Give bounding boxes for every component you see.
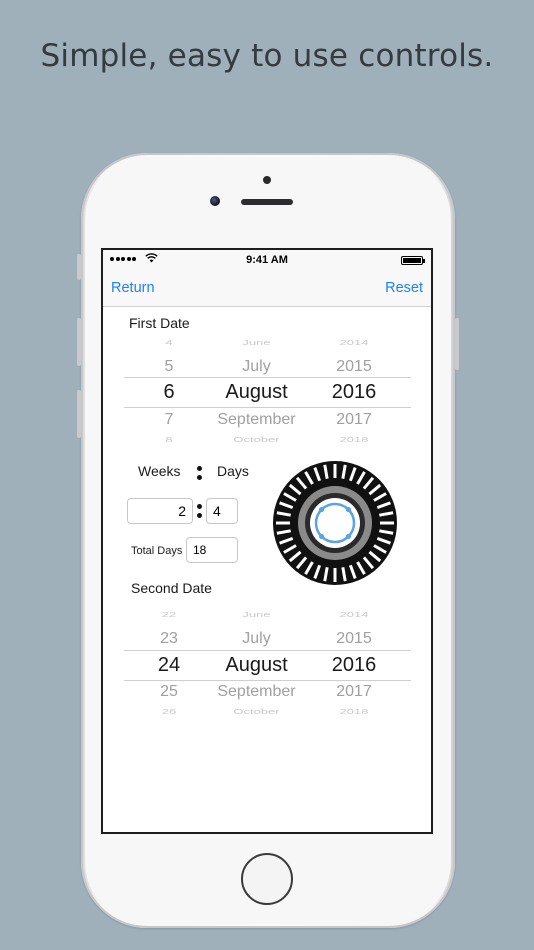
- picker-row: 2014: [339, 610, 369, 619]
- picker-row: 5: [164, 358, 174, 375]
- picker-row: September: [217, 683, 296, 700]
- picker-row: June: [242, 610, 271, 619]
- picker-row: July: [242, 358, 271, 375]
- app-screen: 9:41 AM Return Reset First Date 4 5 6 7 …: [101, 248, 433, 834]
- picker-row: 2017: [336, 683, 372, 700]
- home-button[interactable]: [241, 853, 293, 905]
- reset-button[interactable]: Reset: [385, 280, 423, 296]
- second-date-label: Second Date: [131, 580, 212, 596]
- first-date-label: First Date: [129, 315, 190, 331]
- picker-row-selected: August: [225, 381, 288, 403]
- power-button: [455, 318, 459, 370]
- picker-row: 23: [160, 630, 178, 647]
- picker-row: September: [217, 411, 296, 428]
- days-input[interactable]: 4: [206, 498, 238, 524]
- picker-row-selected: August: [225, 654, 288, 676]
- status-bar: 9:41 AM: [103, 250, 431, 270]
- navigation-bar: Return Reset: [103, 270, 431, 307]
- picker-row: October: [233, 707, 280, 716]
- wheel-handle-dot[interactable]: [318, 533, 325, 540]
- picker-row: October: [233, 435, 280, 444]
- picker-row: 2017: [336, 411, 372, 428]
- picker-row: 26: [161, 707, 177, 716]
- picker-row: July: [242, 630, 271, 647]
- jog-wheel-icon[interactable]: [271, 459, 399, 587]
- first-date-picker[interactable]: 4 5 6 7 8 June July August September Oct…: [124, 338, 411, 446]
- picker-row: 22: [161, 610, 177, 619]
- second-date-picker[interactable]: 22 23 24 25 26 June July August Septembe…: [124, 610, 411, 718]
- picker-row: 25: [160, 683, 178, 700]
- picker-row: 7: [164, 411, 174, 428]
- headline: Simple, easy to use controls.: [40, 38, 494, 74]
- picker-row: 2018: [339, 707, 369, 716]
- speaker-grille: [241, 199, 293, 205]
- picker-row-selected: 24: [157, 654, 181, 676]
- wheel-handle-dot[interactable]: [345, 506, 352, 513]
- sensor-dot: [263, 176, 271, 184]
- picker-row-selected: 6: [163, 381, 175, 403]
- picker-row: 2015: [336, 630, 372, 647]
- weeks-input[interactable]: 2: [127, 498, 193, 524]
- picker-row: 4: [165, 338, 173, 347]
- volume-down-button: [77, 390, 81, 438]
- picker-row: 8: [165, 435, 173, 444]
- picker-row: June: [242, 338, 271, 347]
- weeks-label: Weeks: [138, 463, 181, 479]
- wheel-center: [310, 498, 360, 548]
- total-days-field[interactable]: 18: [186, 537, 238, 563]
- wheel-handle-dot[interactable]: [345, 533, 352, 540]
- volume-up-button: [77, 318, 81, 366]
- picker-row-selected: 2016: [331, 381, 377, 403]
- return-button[interactable]: Return: [111, 280, 155, 296]
- camera-icon: [210, 196, 220, 206]
- days-label: Days: [217, 463, 249, 479]
- total-days-label: Total Days: [131, 545, 183, 557]
- mute-switch: [77, 254, 81, 280]
- status-time: 9:41 AM: [246, 254, 288, 266]
- battery-icon: [401, 256, 425, 265]
- picker-row: 2018: [339, 435, 369, 444]
- picker-row: 2015: [336, 358, 372, 375]
- picker-row-selected: 2016: [331, 654, 377, 676]
- wheel-handle-dot[interactable]: [318, 506, 325, 513]
- picker-row: 2014: [339, 338, 369, 347]
